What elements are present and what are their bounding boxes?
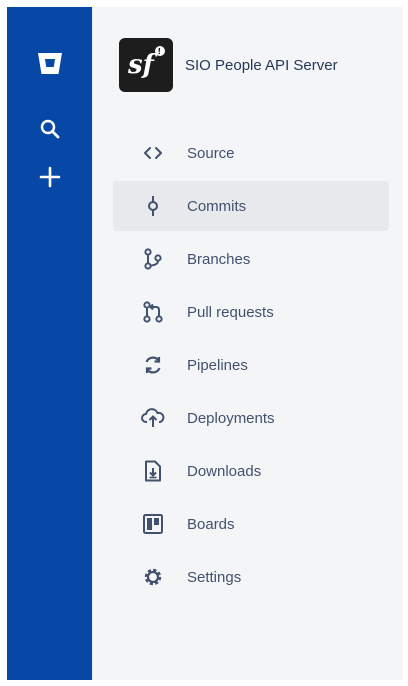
- symfony-logo-icon: sf !: [123, 40, 169, 91]
- menu-item-label: Downloads: [187, 462, 262, 480]
- app-frame: sf ! SIO People API Server Source Commit…: [7, 7, 403, 680]
- code-icon: [141, 141, 165, 165]
- bitbucket-logo-button[interactable]: [30, 45, 70, 85]
- repo-avatar[interactable]: sf !: [119, 38, 173, 92]
- plus-icon: [39, 166, 61, 193]
- menu-item-label: Pull requests: [187, 303, 274, 321]
- bitbucket-logo-icon: [35, 48, 65, 83]
- menu-item-label: Pipelines: [187, 356, 248, 374]
- repo-menu: Source Commits Branches Pull requests Pi…: [93, 128, 403, 602]
- pull-request-icon: [141, 300, 165, 324]
- global-nav: [7, 7, 92, 680]
- menu-item-label: Commits: [187, 197, 247, 215]
- pipelines-icon: [141, 353, 165, 377]
- repo-header[interactable]: sf ! SIO People API Server: [93, 7, 403, 93]
- menu-item-source[interactable]: Source: [113, 128, 389, 178]
- menu-item-pipelines[interactable]: Pipelines: [113, 340, 389, 390]
- menu-item-label: Boards: [187, 515, 235, 533]
- menu-item-label: Deployments: [187, 409, 275, 427]
- svg-text:sf: sf: [127, 50, 158, 80]
- gear-icon: [141, 565, 165, 589]
- menu-item-downloads[interactable]: Downloads: [113, 446, 389, 496]
- download-file-icon: [141, 459, 165, 483]
- menu-item-label: Settings: [187, 568, 242, 586]
- search-button[interactable]: [30, 111, 70, 151]
- menu-item-pull-requests[interactable]: Pull requests: [113, 287, 389, 337]
- menu-item-label: Source: [187, 144, 235, 162]
- menu-item-settings[interactable]: Settings: [113, 552, 389, 602]
- commit-icon: [141, 194, 165, 218]
- svg-text:!: !: [158, 47, 162, 56]
- repo-name[interactable]: SIO People API Server: [185, 57, 338, 74]
- create-button[interactable]: [30, 159, 70, 199]
- menu-item-branches[interactable]: Branches: [113, 234, 389, 284]
- menu-item-label: Branches: [187, 250, 251, 268]
- menu-item-deployments[interactable]: Deployments: [113, 393, 389, 443]
- search-icon: [39, 118, 61, 145]
- menu-item-boards[interactable]: Boards: [113, 499, 389, 549]
- menu-item-commits[interactable]: Commits: [113, 181, 389, 231]
- branch-icon: [141, 247, 165, 271]
- cloud-upload-icon: [141, 406, 165, 430]
- board-icon: [141, 512, 165, 536]
- repo-sidebar: sf ! SIO People API Server Source Commit…: [92, 7, 403, 680]
